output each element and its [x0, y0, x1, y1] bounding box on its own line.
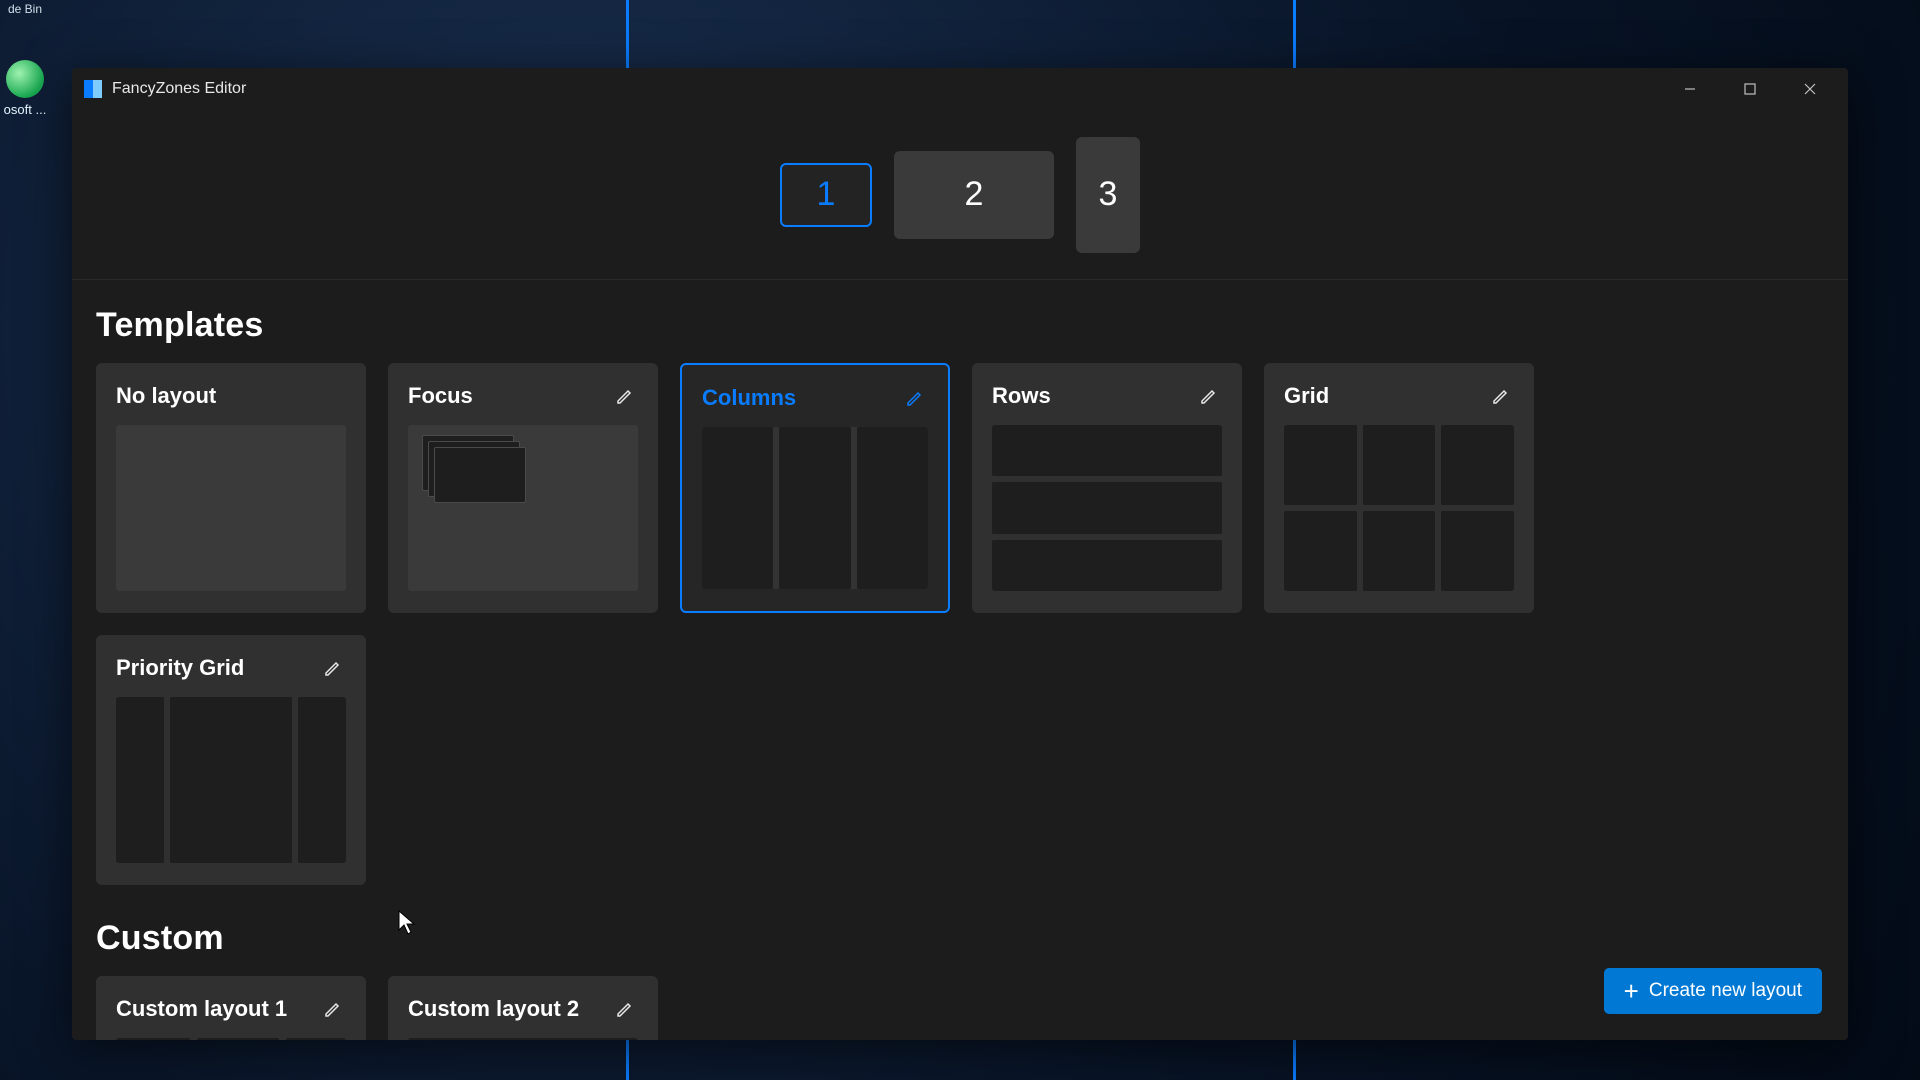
preview-custom-1 — [116, 1038, 346, 1040]
minimize-icon — [1683, 82, 1697, 96]
pencil-icon — [905, 388, 925, 408]
preview-priority — [116, 697, 346, 863]
template-title: No layout — [116, 383, 216, 409]
template-card-grid[interactable]: Grid — [1264, 363, 1534, 613]
preview-no-layout — [116, 425, 346, 591]
edit-button-rows[interactable] — [1196, 383, 1222, 409]
preview-custom-2 — [408, 1038, 638, 1040]
monitor-3[interactable]: 3 — [1076, 137, 1140, 253]
templates-row: No layout Focus Columns — [96, 363, 1824, 885]
preview-columns — [702, 427, 928, 589]
plus-icon: + — [1624, 982, 1639, 1000]
custom-title: Custom layout 2 — [408, 996, 579, 1022]
content-area: Templates No layout Focus — [72, 280, 1848, 1040]
create-button-label: Create new layout — [1649, 980, 1802, 1002]
desktop-label-recycle-text: de Bin — [8, 2, 42, 16]
app-icon — [84, 80, 102, 98]
template-card-priority-grid[interactable]: Priority Grid — [96, 635, 366, 885]
pencil-icon — [1491, 386, 1511, 406]
edit-button-custom-1[interactable] — [320, 996, 346, 1022]
pencil-icon — [323, 658, 343, 678]
monitor-1-label: 1 — [817, 175, 836, 214]
monitor-1[interactable]: 1 — [780, 163, 872, 227]
template-card-rows[interactable]: Rows — [972, 363, 1242, 613]
monitor-selector: 1 2 3 — [72, 110, 1848, 280]
template-title: Columns — [702, 385, 796, 411]
pencil-icon — [1199, 386, 1219, 406]
template-title: Rows — [992, 383, 1051, 409]
monitor-2-label: 2 — [965, 175, 984, 214]
desktop-label-recycle: de Bin — [0, 2, 60, 16]
edit-button-focus[interactable] — [612, 383, 638, 409]
preview-grid — [1284, 425, 1514, 591]
monitor-3-label: 3 — [1099, 175, 1118, 214]
template-card-no-layout[interactable]: No layout — [96, 363, 366, 613]
fancyzones-editor-window: FancyZones Editor 1 2 3 Templates — [72, 68, 1848, 1040]
pencil-icon — [615, 999, 635, 1019]
pencil-icon — [323, 999, 343, 1019]
create-new-layout-button[interactable]: + Create new layout — [1604, 968, 1822, 1014]
edge-icon — [6, 60, 44, 98]
preview-rows — [992, 425, 1222, 591]
edit-button-columns[interactable] — [902, 385, 928, 411]
maximize-icon — [1743, 82, 1757, 96]
template-card-focus[interactable]: Focus — [388, 363, 658, 613]
close-icon — [1803, 82, 1817, 96]
pencil-icon — [615, 386, 635, 406]
window-controls — [1660, 68, 1840, 110]
preview-focus — [408, 425, 638, 591]
custom-row: Custom layout 1 Custom layout 2 — [96, 976, 1824, 1040]
custom-title: Custom layout 1 — [116, 996, 287, 1022]
window-title: FancyZones Editor — [112, 80, 246, 98]
desktop-icon-label: osoft ... — [4, 102, 47, 117]
custom-card-1[interactable]: Custom layout 1 — [96, 976, 366, 1040]
template-card-columns[interactable]: Columns — [680, 363, 950, 613]
custom-card-2[interactable]: Custom layout 2 — [388, 976, 658, 1040]
titlebar[interactable]: FancyZones Editor — [72, 68, 1848, 110]
edit-button-grid[interactable] — [1488, 383, 1514, 409]
template-title: Priority Grid — [116, 655, 244, 681]
monitor-2[interactable]: 2 — [894, 151, 1054, 239]
desktop-icon-edge[interactable]: osoft ... — [0, 60, 60, 117]
maximize-button[interactable] — [1720, 68, 1780, 110]
template-title: Grid — [1284, 383, 1329, 409]
custom-heading: Custom — [96, 919, 1824, 958]
edit-button-custom-2[interactable] — [612, 996, 638, 1022]
minimize-button[interactable] — [1660, 68, 1720, 110]
template-title: Focus — [408, 383, 473, 409]
close-button[interactable] — [1780, 68, 1840, 110]
templates-heading: Templates — [96, 306, 1824, 345]
edit-button-priority[interactable] — [320, 655, 346, 681]
